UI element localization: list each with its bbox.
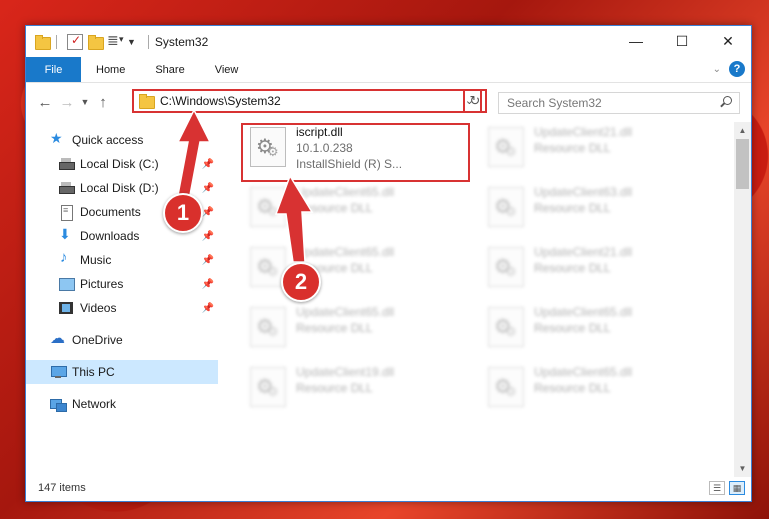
step2-badge: 2 — [281, 262, 321, 302]
step1-arrow-icon — [176, 108, 212, 196]
step2-arrow-icon — [274, 174, 314, 263]
annotation-arrows — [176, 108, 314, 263]
step1-badge: 1 — [163, 193, 203, 233]
